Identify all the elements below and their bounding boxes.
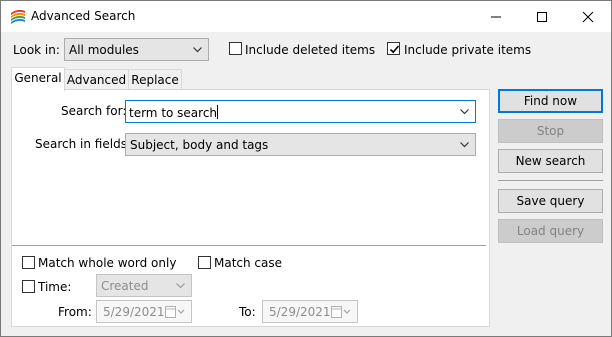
time-label[interactable]: Time: [38,280,71,294]
tab-advanced[interactable]: Advanced [64,69,129,90]
match-case-label[interactable]: Match case [214,256,282,270]
match-whole-word-label[interactable]: Match whole word only [38,256,176,270]
button-divider [498,180,603,181]
include-deleted-label[interactable]: Include deleted items [245,43,375,57]
tab-replace-label: Replace [131,73,179,87]
to-date-picker[interactable]: 5/29/2021 [262,300,358,323]
calendar-dropdown-icon [165,306,185,318]
general-tab-panel: Search for: term to search Search in fie… [11,89,490,327]
chevron-down-icon [176,283,185,289]
app-icon [11,9,25,24]
window-title: Advanced Search [31,9,136,23]
look-in-value: All modules [69,43,139,57]
search-for-input[interactable]: term to search [125,100,476,123]
new-search-button[interactable]: New search [498,149,603,173]
search-in-fields-label: Search in fields: [35,137,131,151]
from-date-value: 5/29/2021 [103,305,165,319]
tab-general[interactable]: General [11,67,65,91]
find-now-button[interactable]: Find now [498,89,603,113]
look-in-dropdown[interactable]: All modules [64,38,209,61]
stop-label: Stop [536,124,565,138]
calendar-dropdown-icon [331,306,351,318]
search-for-value: term to search [129,105,219,120]
new-search-label: New search [515,154,586,168]
close-icon [582,11,594,23]
advanced-search-window: Advanced Search Look in: All modules Inc… [0,0,612,337]
find-now-label: Find now [523,94,578,108]
from-label: From: [58,305,92,319]
time-type-dropdown[interactable]: Created [96,274,192,297]
tab-replace[interactable]: Replace [128,69,182,90]
to-date-value: 5/29/2021 [269,305,331,319]
from-date-picker[interactable]: 5/29/2021 [96,300,192,323]
include-private-label[interactable]: Include private items [404,43,531,57]
chevron-down-icon [193,47,202,53]
maximize-button[interactable] [519,1,565,32]
time-type-value: Created [101,279,149,293]
load-query-button[interactable]: Load query [498,219,603,243]
include-private-checkbox[interactable] [387,42,400,55]
match-whole-word-checkbox[interactable] [22,256,35,269]
to-label: To: [239,305,256,319]
close-button[interactable] [565,1,611,32]
time-checkbox[interactable] [22,280,35,293]
tab-advanced-label: Advanced [66,73,127,87]
look-in-label: Look in: [13,43,60,57]
title-bar[interactable]: Advanced Search [1,1,611,32]
chevron-down-icon [460,142,469,148]
save-query-label: Save query [516,194,585,208]
match-case-checkbox[interactable] [198,256,211,269]
checkmark-icon [389,45,400,54]
tab-general-label: General [14,71,62,85]
load-query-label: Load query [516,224,585,238]
minimize-button[interactable] [473,1,519,32]
include-deleted-checkbox[interactable] [229,42,242,55]
search-for-label: Search for: [61,104,127,118]
chevron-down-icon[interactable] [460,109,469,115]
minimize-icon [491,16,501,18]
maximize-icon [537,12,547,22]
search-in-fields-value: Subject, body and tags [130,138,269,152]
save-query-button[interactable]: Save query [498,189,603,213]
divider [12,245,486,246]
stop-button[interactable]: Stop [498,119,603,143]
search-in-fields-dropdown[interactable]: Subject, body and tags [125,133,476,156]
